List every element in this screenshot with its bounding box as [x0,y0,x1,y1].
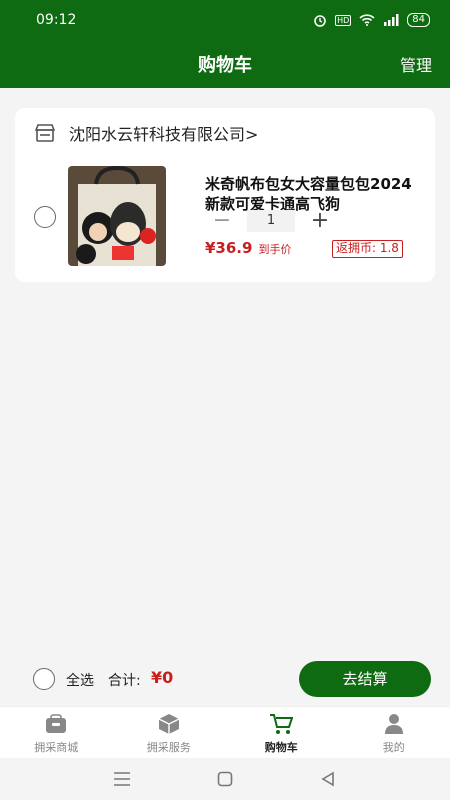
tab-mall[interactable]: 拥采商城 [0,707,113,758]
shop-name: 沈阳水云轩科技有限公司> [69,125,259,144]
checkout-button[interactable]: 去结算 [299,661,431,697]
status-icons: HD 84 [313,13,430,27]
tab-service[interactable]: 拥采服务 [113,707,226,758]
total-value: ¥0 [151,668,174,687]
tab-label: 购物车 [264,741,298,754]
rebate-badge: 返拥币: 1.8 [332,240,403,258]
signal-icon [384,14,399,26]
price-note: 到手价 [258,243,292,256]
tab-label: 拥采服务 [146,741,191,754]
decrease-button[interactable]: − [211,210,233,232]
product-image[interactable] [68,166,166,266]
select-all-radio[interactable] [33,668,55,690]
cart-icon [269,713,294,735]
product-price: ¥36.9 [205,239,253,257]
battery-icon: 84 [407,13,430,27]
shop-icon [44,713,68,735]
home-icon[interactable] [215,769,235,789]
user-icon [382,713,406,735]
hd-icon: HD [335,14,352,26]
quantity-stepper: − 1 + [211,210,331,232]
app-header: 09:12 HD 84 购物车 管理 [0,0,450,88]
price-row: ¥36.9 到手价 [205,239,291,257]
page-title: 购物车 [198,55,252,76]
store-icon [35,124,55,142]
checkout-bar: 全选 合计: ¥0 去结算 [0,656,450,702]
wifi-icon [359,14,375,26]
tab-cart[interactable]: 购物车 [225,707,338,758]
status-time: 09:12 [36,12,77,28]
back-icon[interactable] [318,769,338,789]
box-icon [157,713,181,735]
total-label: 合计: [108,673,141,689]
menu-icon[interactable] [112,769,132,789]
manage-button[interactable]: 管理 [400,52,432,76]
increase-button[interactable]: + [309,210,331,232]
tab-label: 拥采商城 [34,741,79,754]
status-bar: 09:12 HD 84 [0,0,450,40]
item-select-radio[interactable] [34,206,56,228]
tab-bar: 拥采商城 拥采服务 购物车 我的 [0,706,450,758]
tab-mine[interactable]: 我的 [338,707,450,758]
shop-row[interactable]: 沈阳水云轩科技有限公司> [15,108,435,158]
cart-shop-card: 沈阳水云轩科技有限公司> 米奇帆布包女大容量包包2024新款可爱卡通高飞狗 − … [15,108,435,282]
title-bar: 购物车 管理 [0,40,450,88]
tab-label: 我的 [382,741,405,754]
alarm-icon [314,15,326,27]
select-all-label[interactable]: 全选 [66,670,94,690]
quantity-input[interactable]: 1 [247,210,295,232]
system-nav-bar [0,758,450,800]
